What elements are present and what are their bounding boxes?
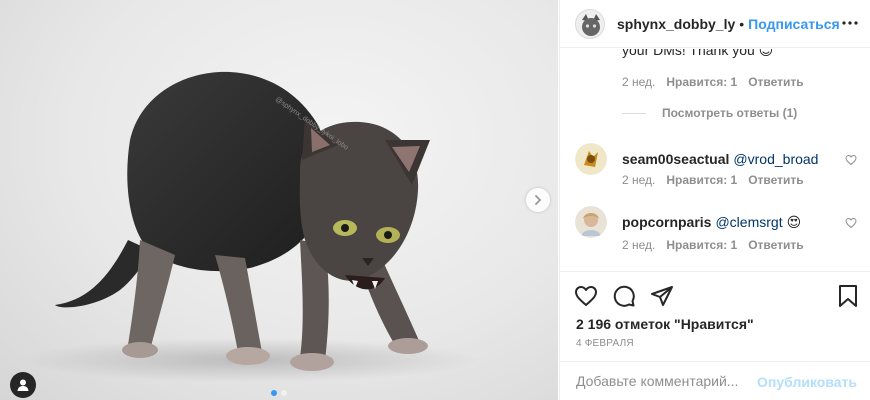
reply-button[interactable]: Ответить	[748, 238, 803, 252]
comment-item: seam00seactual @vrod_broad	[575, 143, 865, 175]
comment-meta: 2 нед. Нравится: 1 Ответить	[622, 173, 804, 187]
more-options-button[interactable]	[841, 14, 859, 37]
separator-dot: •	[739, 15, 745, 32]
add-comment-bar: Опубликовать	[560, 361, 870, 400]
commenter-avatar-image	[575, 143, 607, 175]
comment-emoji: 😍	[786, 213, 802, 230]
comment-time[interactable]: 2 нед.	[622, 173, 655, 187]
post-sidebar: sphynx_dobby_ly • Подписаться your DMs! …	[559, 0, 870, 400]
comment-meta: 2 нед. Нравится: 1 Ответить	[622, 75, 804, 89]
post-date[interactable]: 4 ФЕВРАЛЯ	[576, 338, 634, 349]
carousel-indicator	[0, 390, 558, 396]
tagged-users-button[interactable]	[10, 372, 36, 398]
carousel-dot	[271, 390, 277, 396]
comment-likes[interactable]: Нравится: 1	[666, 75, 737, 89]
post-media[interactable]: @sphynx_dobby_lykoi_lobo	[0, 0, 558, 400]
comment-icon	[613, 285, 635, 307]
divider	[622, 112, 646, 114]
like-button[interactable]	[574, 284, 598, 313]
post-comment-button[interactable]: Опубликовать	[757, 374, 857, 390]
comment-username[interactable]: seam00seactual	[622, 151, 729, 167]
likes-count[interactable]: 2 196 отметок "Нравится"	[576, 316, 754, 332]
reply-button[interactable]: Ответить	[748, 75, 803, 89]
commenter-avatar-image	[575, 206, 607, 238]
comment-likes[interactable]: Нравится: 1	[666, 173, 737, 187]
like-comment-button[interactable]	[845, 153, 857, 171]
comment-input[interactable]	[576, 373, 766, 389]
cat-photo: @sphynx_dobby_lykoi_lobo	[20, 71, 480, 382]
comment-item: popcornparis @clemsrgt 😍	[575, 206, 865, 238]
author-username[interactable]: sphynx_dobby_ly	[617, 16, 735, 32]
post-header: sphynx_dobby_ly • Подписаться	[560, 0, 870, 48]
comment-likes[interactable]: Нравится: 1	[666, 238, 737, 252]
heart-outline-icon	[845, 217, 857, 229]
comment-username[interactable]: popcornparis	[622, 214, 711, 230]
comment-text-clipped: your DMs! Thank you 😊	[622, 49, 774, 58]
heart-icon	[575, 286, 597, 306]
follow-button[interactable]: Подписаться	[748, 16, 840, 32]
comment-mention[interactable]: @clemsrgt	[715, 214, 782, 230]
avatar[interactable]	[575, 8, 605, 39]
reply-button[interactable]: Ответить	[748, 173, 803, 187]
comments-list[interactable]: your DMs! Thank you 😊 2 нед. Нравится: 1…	[560, 49, 870, 271]
user-icon	[17, 379, 29, 391]
like-comment-button[interactable]	[845, 216, 857, 234]
avatar[interactable]	[575, 206, 607, 238]
avatar[interactable]	[575, 143, 607, 175]
save-button[interactable]	[837, 284, 859, 313]
comment-time[interactable]: 2 нед.	[622, 238, 655, 252]
heart-outline-icon	[845, 154, 857, 166]
author-avatar-image	[576, 9, 604, 38]
post-actions: 2 196 отметок "Нравится" 4 ФЕВРАЛЯ	[560, 271, 870, 361]
chevron-right-icon	[535, 195, 542, 205]
paper-plane-icon	[651, 286, 673, 306]
comment-meta: 2 нед. Нравится: 1 Ответить	[622, 238, 804, 252]
carousel-next-button[interactable]	[526, 188, 550, 212]
bookmark-icon	[839, 285, 857, 307]
comment-button[interactable]	[612, 284, 636, 313]
share-button[interactable]	[650, 284, 674, 313]
carousel-dot	[281, 390, 287, 396]
view-replies-button[interactable]: Посмотреть ответы (1)	[622, 106, 797, 120]
comment-time[interactable]: 2 нед.	[622, 75, 655, 89]
more-icon	[842, 21, 858, 25]
view-replies-label: Посмотреть ответы (1)	[662, 106, 798, 120]
comment-mention[interactable]: @vrod_broad	[733, 151, 818, 167]
